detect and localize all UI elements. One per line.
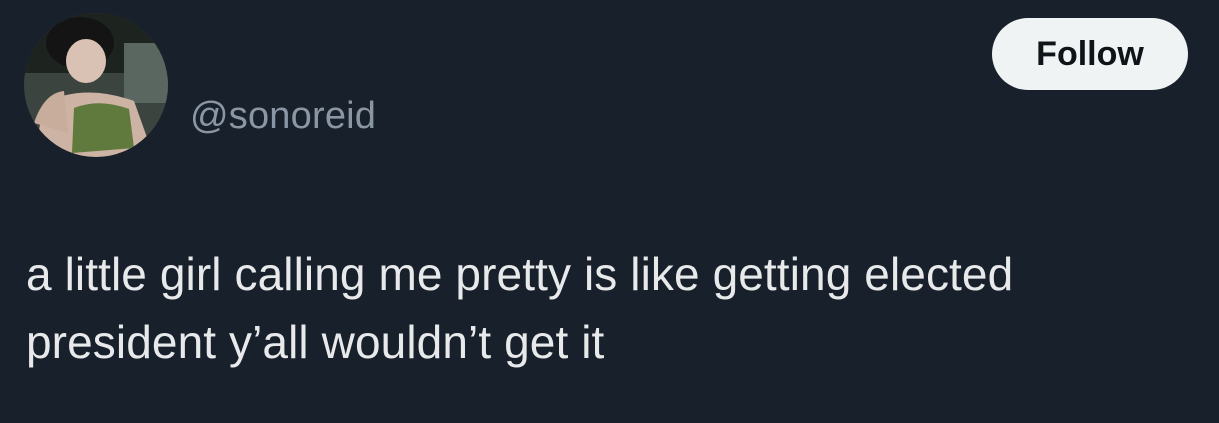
user-handle[interactable]: @sonoreid	[190, 94, 376, 138]
avatar[interactable]	[24, 13, 168, 157]
avatar-photo	[24, 13, 168, 157]
tweet-text: a little girl calling me pretty is like …	[26, 248, 1014, 368]
follow-button[interactable]: Follow	[992, 18, 1188, 90]
tweet-card: @sonoreid Follow a little girl calling m…	[0, 0, 1219, 423]
